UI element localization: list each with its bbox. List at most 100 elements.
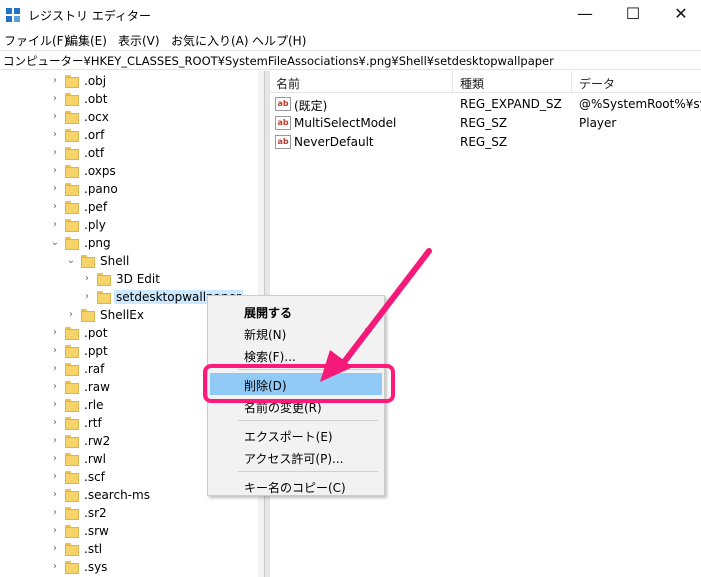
cell-type: REG_SZ bbox=[460, 135, 508, 149]
tree-item[interactable]: › 3D Edit bbox=[0, 271, 264, 289]
column-type[interactable]: 種類 bbox=[460, 75, 484, 92]
list-header: 名前 種類 データ bbox=[270, 71, 701, 93]
folder-icon bbox=[65, 345, 79, 358]
folder-icon bbox=[65, 453, 79, 466]
address-bar[interactable]: コンピューター¥HKEY_CLASSES_ROOT¥SystemFileAsso… bbox=[0, 50, 701, 70]
tree-item[interactable]: › .obj bbox=[0, 73, 264, 91]
context-menu-item[interactable]: 新規(N) ▶ bbox=[210, 322, 382, 344]
tree-item[interactable]: › .otf bbox=[0, 145, 264, 163]
chevron-right-icon[interactable]: › bbox=[50, 525, 60, 537]
tree-item-label: .otf bbox=[84, 146, 105, 160]
tree-item[interactable]: ⌄ Shell bbox=[0, 253, 264, 271]
context-menu-item[interactable]: キー名のコピー(C) bbox=[210, 475, 382, 497]
list-row[interactable]: ab MultiSelectModel REG_SZ Player bbox=[270, 114, 701, 133]
tree-item-label: .pano bbox=[84, 182, 118, 196]
column-divider[interactable] bbox=[571, 71, 572, 93]
context-menu-item[interactable]: 展開する bbox=[210, 300, 382, 322]
tree-item-label: .png bbox=[84, 236, 111, 250]
folder-icon bbox=[81, 309, 95, 322]
folder-icon bbox=[65, 183, 79, 196]
menu-edit[interactable]: 編集(E) bbox=[66, 32, 107, 49]
tree-item-label: .scf bbox=[84, 470, 105, 484]
chevron-right-icon[interactable]: › bbox=[50, 399, 60, 411]
tree-item[interactable]: › .sr2 bbox=[0, 505, 264, 523]
chevron-right-icon[interactable]: › bbox=[50, 561, 60, 573]
list-row[interactable]: ab(既定) REG_EXPAND_SZ @%SystemRoot%¥system3… bbox=[270, 95, 701, 114]
chevron-right-icon[interactable]: › bbox=[82, 291, 92, 303]
chevron-right-icon[interactable]: › bbox=[82, 273, 92, 285]
context-menu-label: 検索(F)... bbox=[244, 350, 296, 364]
tree-item[interactable]: › .pano bbox=[0, 181, 264, 199]
tree-item[interactable]: › .stl bbox=[0, 541, 264, 559]
folder-icon bbox=[65, 489, 79, 502]
chevron-right-icon[interactable]: › bbox=[50, 507, 60, 519]
folder-icon bbox=[65, 237, 79, 250]
column-data[interactable]: データ bbox=[579, 75, 615, 92]
context-menu-label: 展開する bbox=[244, 306, 293, 320]
column-divider[interactable] bbox=[452, 71, 453, 93]
chevron-right-icon[interactable]: › bbox=[50, 165, 60, 177]
chevron-right-icon[interactable]: › bbox=[50, 489, 60, 501]
chevron-down-icon[interactable]: ⌄ bbox=[66, 255, 76, 267]
cell-name: (既定) bbox=[294, 99, 328, 113]
context-menu-item[interactable]: 検索(F)... bbox=[210, 344, 382, 366]
folder-icon bbox=[65, 219, 79, 232]
menu-file[interactable]: ファイル(F) bbox=[4, 32, 68, 49]
folder-icon bbox=[65, 561, 79, 574]
tree-item-label: .ppt bbox=[84, 344, 108, 358]
chevron-right-icon[interactable]: › bbox=[50, 93, 60, 105]
tree-item[interactable]: › .orf bbox=[0, 127, 264, 145]
chevron-right-icon[interactable]: › bbox=[50, 129, 60, 141]
chevron-right-icon[interactable]: › bbox=[50, 471, 60, 483]
chevron-right-icon[interactable]: › bbox=[50, 417, 60, 429]
folder-icon bbox=[65, 93, 79, 106]
chevron-right-icon[interactable]: › bbox=[50, 345, 60, 357]
chevron-right-icon[interactable]: › bbox=[50, 201, 60, 213]
chevron-right-icon[interactable]: › bbox=[50, 435, 60, 447]
menu-help[interactable]: ヘルプ(H) bbox=[252, 32, 306, 49]
chevron-down-icon[interactable]: ⌄ bbox=[50, 237, 60, 249]
tree-item[interactable]: › .obt bbox=[0, 91, 264, 109]
folder-icon bbox=[65, 507, 79, 520]
folder-icon bbox=[65, 327, 79, 340]
tree-item[interactable]: › .ocx bbox=[0, 109, 264, 127]
list-row[interactable]: ab NeverDefault REG_SZ bbox=[270, 133, 701, 152]
tree-item[interactable]: › .ply bbox=[0, 217, 264, 235]
chevron-right-icon[interactable]: › bbox=[50, 327, 60, 339]
tree-item-label: .raf bbox=[84, 362, 105, 376]
folder-icon bbox=[81, 255, 95, 268]
maximize-button[interactable]: ☐ bbox=[610, 0, 656, 30]
chevron-right-icon[interactable]: › bbox=[50, 453, 60, 465]
cell-name: NeverDefault bbox=[294, 135, 374, 149]
close-button[interactable]: ✕ bbox=[658, 0, 701, 30]
chevron-right-icon[interactable]: › bbox=[50, 75, 60, 87]
context-menu-item[interactable]: エクスポート(E) bbox=[210, 424, 382, 446]
chevron-right-icon[interactable]: › bbox=[66, 309, 76, 321]
context-menu-item[interactable]: アクセス許可(P)... bbox=[210, 446, 382, 468]
cell-data: Player bbox=[579, 116, 617, 130]
chevron-right-icon[interactable]: › bbox=[50, 183, 60, 195]
folder-icon bbox=[65, 201, 79, 214]
chevron-right-icon[interactable]: › bbox=[50, 543, 60, 555]
chevron-right-icon[interactable]: › bbox=[50, 363, 60, 375]
tree-item[interactable]: › .srw bbox=[0, 523, 264, 541]
chevron-right-icon[interactable]: › bbox=[50, 381, 60, 393]
tree-item-label: .rle bbox=[84, 398, 104, 412]
minimize-button[interactable]: — bbox=[562, 0, 608, 30]
context-menu-label: エクスポート(E) bbox=[244, 430, 333, 444]
chevron-right-icon[interactable]: › bbox=[50, 111, 60, 123]
tree-item-label: .search-ms bbox=[84, 488, 150, 502]
tree-item-label: .srw bbox=[84, 524, 109, 538]
tree-item-label: .pot bbox=[84, 326, 108, 340]
folder-icon bbox=[65, 471, 79, 484]
tree-item[interactable]: › .pef bbox=[0, 199, 264, 217]
tree-item[interactable]: ⌄ .png bbox=[0, 235, 264, 253]
menu-view[interactable]: 表示(V) bbox=[118, 32, 160, 49]
menu-favorites[interactable]: お気に入り(A) bbox=[171, 32, 249, 49]
chevron-right-icon[interactable]: › bbox=[50, 219, 60, 231]
column-name[interactable]: 名前 bbox=[276, 75, 300, 92]
tree-item[interactable]: › .oxps bbox=[0, 163, 264, 181]
chevron-right-icon[interactable]: › bbox=[50, 147, 60, 159]
folder-icon bbox=[65, 129, 79, 142]
tree-item[interactable]: › .sys bbox=[0, 559, 264, 577]
